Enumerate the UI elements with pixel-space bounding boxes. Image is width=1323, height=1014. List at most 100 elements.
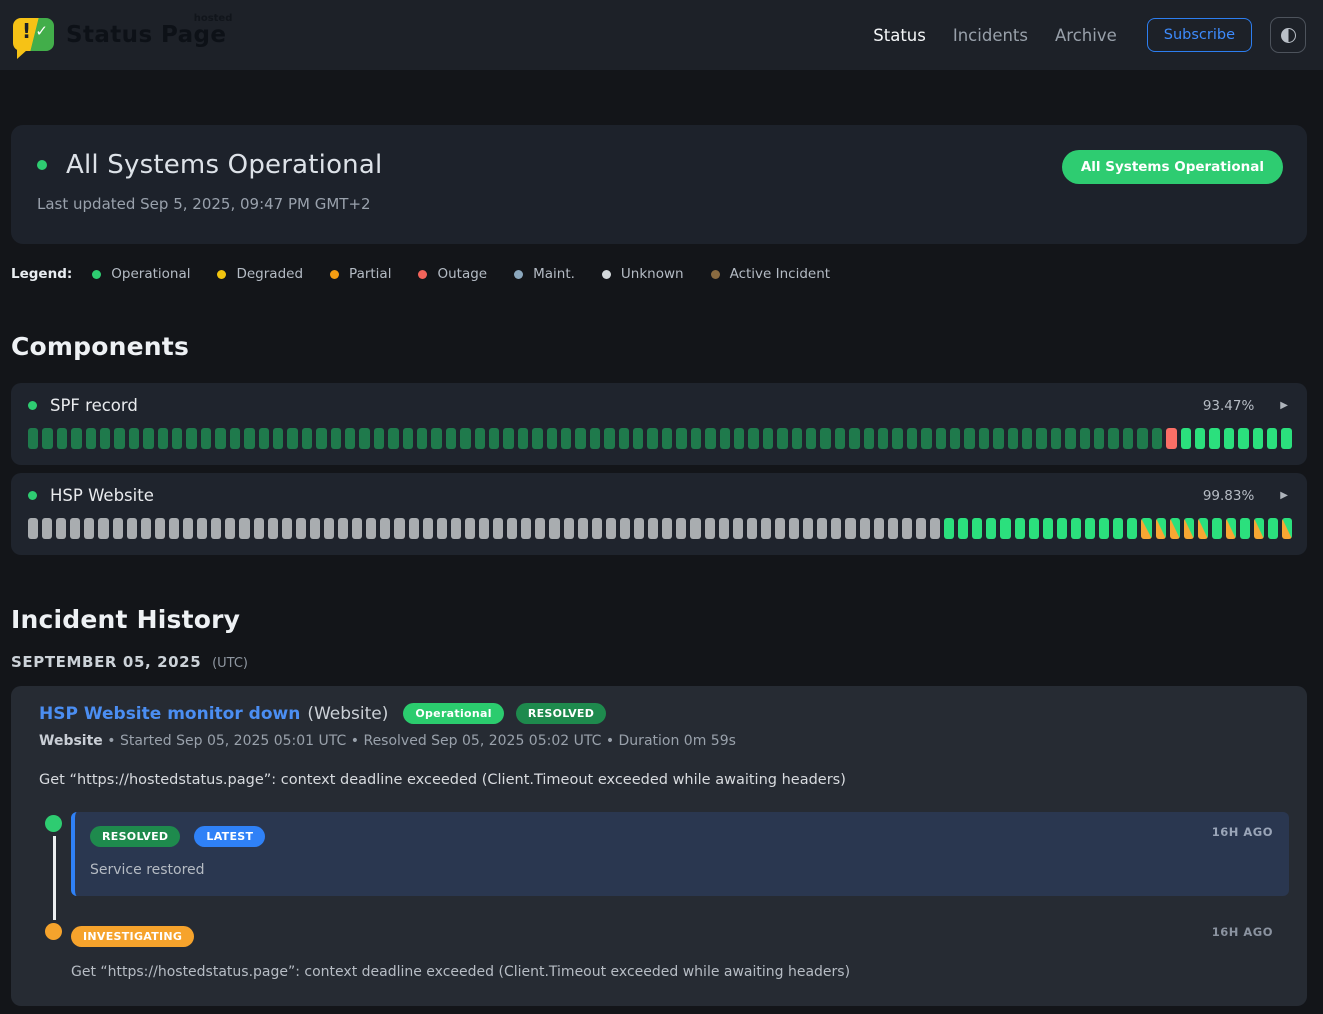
uptime-bar[interactable] <box>921 428 931 449</box>
uptime-bar[interactable] <box>874 518 884 539</box>
uptime-bar[interactable] <box>936 428 946 449</box>
uptime-bar[interactable] <box>1137 428 1147 449</box>
uptime-bar[interactable] <box>733 518 743 539</box>
expand-chevron-icon[interactable]: ▶ <box>1280 400 1288 411</box>
uptime-bar[interactable] <box>1238 428 1248 449</box>
uptime-bar[interactable] <box>950 428 960 449</box>
uptime-bar[interactable] <box>748 428 758 449</box>
uptime-bar[interactable] <box>578 518 588 539</box>
uptime-bar[interactable] <box>244 428 254 449</box>
uptime-bar[interactable] <box>1152 428 1162 449</box>
uptime-bar[interactable] <box>129 428 139 449</box>
uptime-bar[interactable] <box>792 428 802 449</box>
uptime-bar[interactable] <box>1043 518 1053 539</box>
uptime-bar[interactable] <box>1195 428 1205 449</box>
uptime-bar[interactable] <box>56 518 66 539</box>
uptime-bar[interactable] <box>831 518 841 539</box>
uptime-bar[interactable] <box>437 518 447 539</box>
uptime-bar[interactable] <box>1240 518 1250 539</box>
uptime-bar[interactable] <box>57 428 67 449</box>
uptime-bar[interactable] <box>532 428 542 449</box>
uptime-bar[interactable] <box>239 518 249 539</box>
uptime-bar[interactable] <box>647 428 657 449</box>
uptime-bar[interactable] <box>127 518 137 539</box>
uptime-bar[interactable] <box>493 518 503 539</box>
uptime-bar[interactable] <box>944 518 954 539</box>
uptime-bar[interactable] <box>268 518 278 539</box>
uptime-bar[interactable] <box>141 518 151 539</box>
uptime-bar[interactable] <box>1085 518 1095 539</box>
uptime-bar[interactable] <box>1170 518 1180 539</box>
uptime-bar[interactable] <box>806 428 816 449</box>
uptime-bar[interactable] <box>1108 428 1118 449</box>
uptime-bars[interactable] <box>28 518 1292 539</box>
uptime-bar[interactable] <box>86 428 96 449</box>
uptime-bar[interactable] <box>42 518 52 539</box>
uptime-bar[interactable] <box>1184 518 1194 539</box>
uptime-bar[interactable] <box>1057 518 1067 539</box>
uptime-bar[interactable] <box>860 518 870 539</box>
uptime-bar[interactable] <box>1127 518 1137 539</box>
nav-archive[interactable]: Archive <box>1055 26 1117 45</box>
uptime-bar[interactable] <box>993 428 1003 449</box>
uptime-bar[interactable] <box>1008 428 1018 449</box>
uptime-bar[interactable] <box>1224 428 1234 449</box>
uptime-bar[interactable] <box>446 428 456 449</box>
uptime-bar[interactable] <box>705 518 715 539</box>
uptime-bar[interactable] <box>930 518 940 539</box>
nav-status[interactable]: Status <box>873 26 926 45</box>
uptime-bar[interactable] <box>986 518 996 539</box>
uptime-bar[interactable] <box>676 518 686 539</box>
uptime-bar[interactable] <box>1015 518 1025 539</box>
uptime-bar[interactable] <box>211 518 221 539</box>
uptime-bar[interactable] <box>366 518 376 539</box>
uptime-bar[interactable] <box>1156 518 1166 539</box>
uptime-bar[interactable] <box>761 518 771 539</box>
uptime-bar[interactable] <box>676 428 686 449</box>
uptime-bar[interactable] <box>1268 518 1278 539</box>
uptime-bar[interactable] <box>1029 518 1039 539</box>
uptime-bar[interactable] <box>888 518 898 539</box>
uptime-bar[interactable] <box>345 428 355 449</box>
uptime-bar[interactable] <box>916 518 926 539</box>
uptime-bar[interactable] <box>720 428 730 449</box>
uptime-bar[interactable] <box>1198 518 1208 539</box>
uptime-bar[interactable] <box>503 428 513 449</box>
uptime-bar[interactable] <box>549 518 559 539</box>
uptime-bar[interactable] <box>310 518 320 539</box>
uptime-bar[interactable] <box>169 518 179 539</box>
uptime-bar[interactable] <box>849 428 859 449</box>
uptime-bar[interactable] <box>403 428 413 449</box>
uptime-bar[interactable] <box>705 428 715 449</box>
uptime-bar[interactable] <box>902 518 912 539</box>
uptime-bar[interactable] <box>1253 428 1263 449</box>
uptime-bar[interactable] <box>359 428 369 449</box>
uptime-bar[interactable] <box>734 428 744 449</box>
uptime-bar[interactable] <box>380 518 390 539</box>
uptime-bar[interactable] <box>606 518 616 539</box>
uptime-bar[interactable] <box>28 428 38 449</box>
uptime-bar[interactable] <box>691 428 701 449</box>
uptime-bar[interactable] <box>70 518 80 539</box>
uptime-bar[interactable] <box>201 428 211 449</box>
uptime-bar[interactable] <box>662 518 672 539</box>
uptime-bar[interactable] <box>273 428 283 449</box>
uptime-bar[interactable] <box>225 518 235 539</box>
uptime-bar[interactable] <box>28 518 38 539</box>
uptime-bar[interactable] <box>1065 428 1075 449</box>
uptime-bar[interactable] <box>564 518 574 539</box>
uptime-bar[interactable] <box>475 428 485 449</box>
uptime-bar[interactable] <box>561 428 571 449</box>
uptime-bar[interactable] <box>186 428 196 449</box>
uptime-bar[interactable] <box>374 428 384 449</box>
uptime-bar[interactable] <box>633 428 643 449</box>
uptime-bar[interactable] <box>100 428 110 449</box>
expand-chevron-icon[interactable]: ▶ <box>1280 490 1288 501</box>
uptime-bar[interactable] <box>197 518 207 539</box>
uptime-bar[interactable] <box>518 428 528 449</box>
uptime-bar[interactable] <box>648 518 658 539</box>
component-row-spf-record[interactable]: SPF record 93.47% ▶ <box>11 383 1307 465</box>
uptime-bar[interactable] <box>507 518 517 539</box>
uptime-bar[interactable] <box>803 518 813 539</box>
uptime-bar[interactable] <box>604 428 614 449</box>
